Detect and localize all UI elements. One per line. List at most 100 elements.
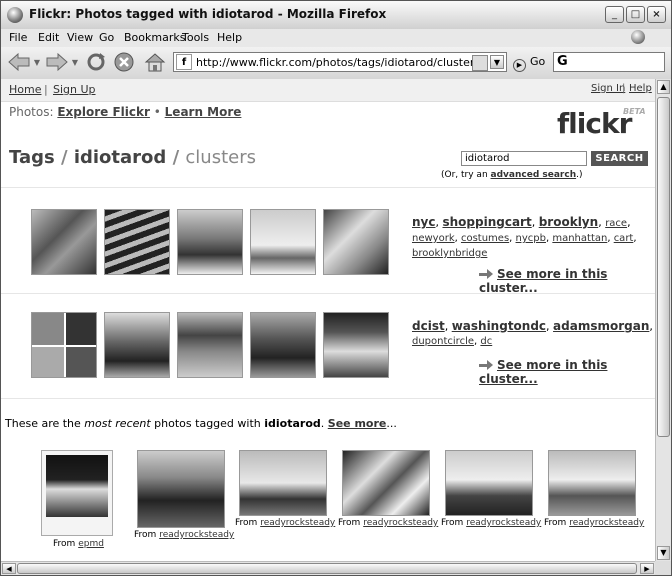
title-tag-name[interactable]: idiotarod — [74, 147, 166, 168]
close-button[interactable]: × — [647, 6, 666, 23]
scroll-down-icon[interactable]: ▼ — [657, 546, 670, 560]
search-button[interactable]: SEARCH — [591, 151, 648, 166]
cluster-1-photo-1[interactable] — [31, 209, 97, 275]
menu-edit[interactable]: Edit — [38, 31, 59, 44]
go-button[interactable]: ▶ Go — [513, 55, 545, 72]
horizontal-scroll-thumb[interactable] — [17, 563, 637, 574]
cluster-2-photo-1[interactable] — [31, 312, 97, 378]
scroll-up-icon[interactable]: ▲ — [657, 80, 670, 94]
tag-link[interactable]: nycpb — [516, 233, 546, 244]
menu-bar: File Edit View Go Bookmarks Tools Help — [1, 29, 671, 47]
google-search-icon[interactable]: G — [557, 54, 568, 69]
menu-go[interactable]: Go — [99, 31, 114, 44]
tag-link[interactable]: brooklyn — [539, 215, 598, 229]
recent-photo-1[interactable] — [46, 455, 108, 517]
help-link[interactable]: Help — [629, 83, 652, 94]
vertical-scrollbar[interactable]: ▲ ▼ — [655, 79, 671, 561]
scroll-right-icon[interactable]: ▶ — [640, 563, 654, 574]
scroll-left-icon[interactable]: ◀ — [2, 563, 16, 574]
url-dropdown-icon[interactable]: ▼ — [490, 55, 504, 69]
url-bar[interactable]: f http://www.flickr.com/photos/tags/idio… — [173, 52, 507, 72]
signin-link[interactable]: Sign In — [591, 83, 625, 94]
tag-link[interactable]: dcist — [412, 319, 445, 333]
cluster-2-photo-3[interactable] — [177, 312, 243, 378]
beta-badge: BETA — [623, 107, 646, 116]
cluster-2-photo-5[interactable] — [323, 312, 389, 378]
tag-link[interactable]: washingtondc — [452, 319, 546, 333]
topnav-separator: | — [44, 83, 48, 96]
cluster-1-photo-2[interactable] — [104, 209, 170, 275]
owner-link[interactable]: readyrocksteady — [159, 530, 234, 540]
cluster-1-see-more[interactable]: See more in this cluster... — [479, 267, 655, 295]
menu-help[interactable]: Help — [217, 31, 242, 44]
flickr-logo[interactable]: flickr — [557, 107, 632, 140]
photo-caption: From readyrocksteady — [134, 530, 235, 540]
home-link[interactable]: Home — [9, 83, 41, 96]
flickr-favicon-icon: f — [176, 54, 192, 70]
rss-feed-icon[interactable] — [472, 55, 488, 71]
reload-icon[interactable] — [85, 50, 107, 74]
explore-flickr-link[interactable]: Explore Flickr — [57, 105, 150, 119]
horizontal-scrollbar[interactable]: ◀ ▶ — [1, 561, 655, 575]
tag-link[interactable]: cart — [614, 233, 634, 244]
tag-link[interactable]: shoppingcart — [442, 215, 531, 229]
menu-view[interactable]: View — [67, 31, 93, 44]
recent-photo-5[interactable] — [445, 450, 533, 516]
home-icon[interactable] — [143, 50, 167, 74]
firefox-icon — [7, 7, 23, 23]
menu-tools[interactable]: Tools — [182, 31, 209, 44]
menu-file[interactable]: File — [9, 31, 27, 44]
photos-label: Photos: — [9, 105, 54, 119]
tag-link[interactable]: brooklynbridge — [412, 248, 487, 259]
cluster-1-photo-3[interactable] — [177, 209, 243, 275]
forward-dropdown-icon[interactable]: ▼ — [71, 50, 79, 74]
cluster-1-photo-5[interactable] — [323, 209, 389, 275]
maximize-button[interactable]: □ — [626, 6, 645, 23]
cluster-2-photo-4[interactable] — [250, 312, 316, 378]
owner-link[interactable]: readyrocksteady — [363, 518, 438, 528]
tag-link[interactable]: dc — [480, 336, 492, 347]
signup-link[interactable]: Sign Up — [53, 83, 96, 96]
browser-window: Flickr: Photos tagged with idiotarod - M… — [0, 0, 672, 576]
tag-link[interactable]: dupontcircle — [412, 336, 474, 347]
recent-photo-6[interactable] — [548, 450, 636, 516]
tag-link[interactable]: manhattan — [552, 233, 607, 244]
tag-link[interactable]: adamsmorgan — [553, 319, 649, 333]
tag-link[interactable]: newyork — [412, 233, 455, 244]
tag-link[interactable]: race — [605, 218, 627, 229]
owner-link[interactable]: readyrocksteady — [260, 518, 335, 528]
url-text[interactable]: http://www.flickr.com/photos/tags/idiota… — [196, 56, 484, 69]
tag-link[interactable]: costumes — [461, 233, 509, 244]
recent-photo-3[interactable] — [239, 450, 327, 516]
stop-icon[interactable] — [113, 50, 135, 74]
minimize-button[interactable]: _ — [605, 6, 624, 23]
page-title: Tags / idiotarod / clusters — [9, 147, 256, 168]
owner-link[interactable]: readyrocksteady — [569, 518, 644, 528]
owner-link[interactable]: readyrocksteady — [466, 518, 541, 528]
advanced-search-link[interactable]: advanced search — [491, 170, 577, 180]
resize-grip[interactable] — [655, 561, 671, 575]
divider — [1, 398, 655, 399]
recent-photo-4[interactable] — [342, 450, 430, 516]
browser-search-box[interactable]: G — [553, 52, 665, 72]
top-nav: Home | Sign Up Sign In | Help — [1, 79, 655, 102]
recent-photo-frame — [41, 450, 113, 536]
menu-bookmarks[interactable]: Bookmarks — [124, 31, 185, 44]
recent-photo-2[interactable] — [137, 450, 225, 528]
forward-icon[interactable] — [45, 50, 69, 74]
cluster-2-photo-2[interactable] — [104, 312, 170, 378]
navigation-toolbar: ▼ ▼ f http://www.flickr.com/photos/tags/… — [1, 47, 671, 80]
see-more-link[interactable]: See more — [328, 417, 387, 430]
cluster-1-photo-4[interactable] — [250, 209, 316, 275]
arrow-right-icon — [479, 269, 493, 279]
back-icon[interactable] — [7, 50, 31, 74]
learn-more-link[interactable]: Learn More — [165, 105, 242, 119]
tag-link[interactable]: nyc — [412, 215, 435, 229]
cluster-2-see-more[interactable]: See more in this cluster... — [479, 358, 655, 386]
title-tags-link[interactable]: Tags — [9, 147, 55, 168]
owner-link[interactable]: epmd — [78, 539, 104, 549]
tag-search-input[interactable]: idiotarod — [461, 151, 587, 166]
back-dropdown-icon[interactable]: ▼ — [33, 50, 41, 74]
vertical-scroll-thumb[interactable] — [657, 97, 670, 437]
divider — [1, 187, 655, 188]
